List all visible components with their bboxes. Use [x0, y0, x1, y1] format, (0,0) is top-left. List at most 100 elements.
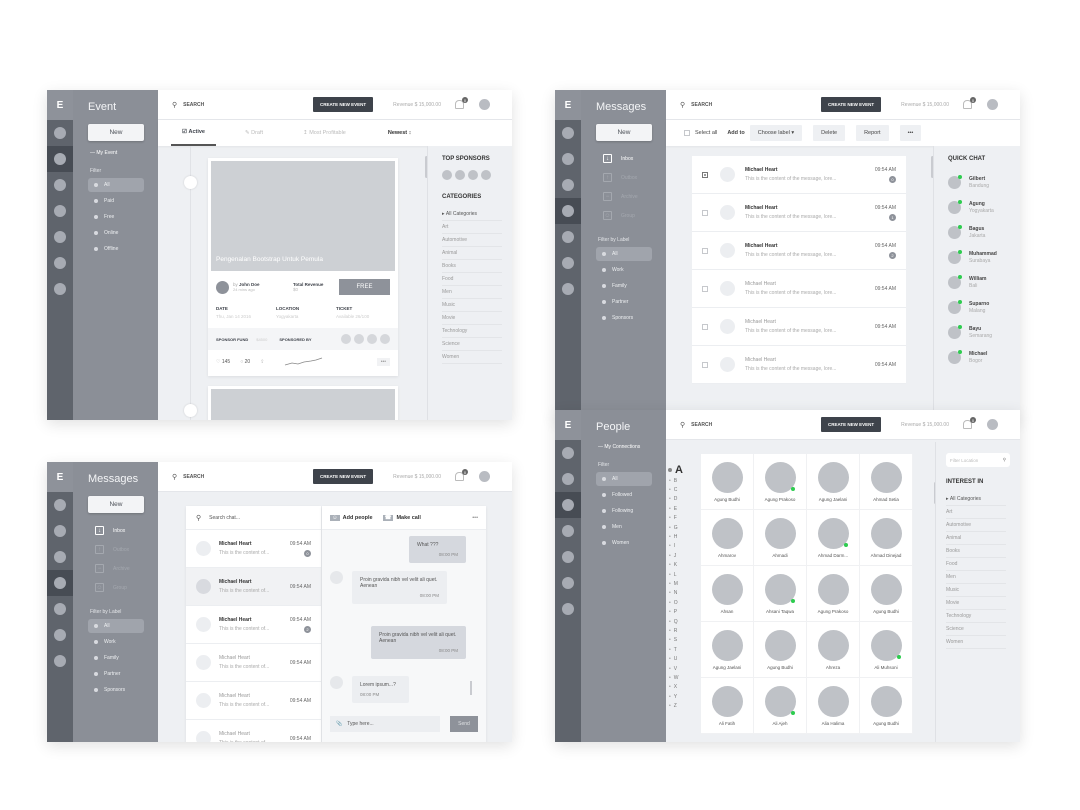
- letter-item[interactable]: • U: [668, 654, 683, 663]
- make-call-button[interactable]: ☎ Make call: [382, 514, 421, 521]
- scrollbar[interactable]: [470, 681, 472, 695]
- letter-item[interactable]: • N: [668, 589, 683, 598]
- letter-item[interactable]: • Z: [668, 701, 683, 710]
- event-card[interactable]: Pengenalan Bootstrap Untuk Pemula by Joh…: [208, 158, 398, 376]
- sponsor-avatar[interactable]: [481, 170, 491, 180]
- letter-item[interactable]: • H: [668, 532, 683, 541]
- tab-draft[interactable]: ✎ Draft: [234, 120, 274, 146]
- chat-search-input[interactable]: ⚲ Search chat...: [186, 506, 321, 530]
- person-card[interactable]: Ahmarov: [701, 510, 754, 566]
- search-input[interactable]: ⚲ SEARCH: [680, 421, 821, 429]
- quick-chat-contact[interactable]: Muhammad Surabaya: [948, 245, 1020, 270]
- message-checkbox[interactable]: [702, 285, 708, 292]
- bell-icon[interactable]: 0: [963, 97, 976, 109]
- letter-item[interactable]: • X: [668, 683, 683, 692]
- category-item[interactable]: Food: [946, 558, 1006, 571]
- person-card[interactable]: Ali Fatih: [701, 678, 754, 734]
- rail-item-1[interactable]: [47, 492, 73, 518]
- sort-dropdown[interactable]: Newest ↕: [377, 120, 423, 146]
- filter-online[interactable]: Online: [88, 226, 144, 240]
- person-card[interactable]: Ali Ajeh: [754, 678, 807, 734]
- create-event-button[interactable]: CREATE NEW EVENT: [821, 97, 882, 112]
- label-family[interactable]: Family: [88, 651, 144, 665]
- person-card[interactable]: Agung Prakoso: [807, 566, 860, 622]
- letter-item[interactable]: • L: [668, 570, 683, 579]
- person-card[interactable]: Ahmad Darm...: [807, 510, 860, 566]
- category-item[interactable]: Music: [946, 584, 1006, 597]
- nav-outbox[interactable]: ↑ Outbox: [581, 168, 666, 187]
- category-item[interactable]: Art: [442, 221, 502, 234]
- label-sponsors[interactable]: Sponsors: [596, 311, 652, 325]
- message-row[interactable]: Michael Heart This is the content of the …: [692, 270, 906, 308]
- letter-item[interactable]: • S: [668, 636, 683, 645]
- rail-item-1[interactable]: [47, 120, 73, 146]
- message-row[interactable]: Michael Heart This is the content of the …: [692, 308, 906, 346]
- letter-item[interactable]: • R: [668, 626, 683, 635]
- message-row[interactable]: Michael Heart This is the content of the …: [692, 194, 906, 232]
- category-item[interactable]: Animal: [946, 532, 1006, 545]
- category-item[interactable]: Science: [946, 623, 1006, 636]
- app-logo[interactable]: E: [555, 410, 581, 440]
- label-sponsors[interactable]: Sponsors: [88, 683, 144, 697]
- chat-row[interactable]: Michael Heart This is the content of... 09…: [186, 568, 321, 606]
- label-all[interactable]: All: [596, 247, 652, 261]
- rail-item-6[interactable]: [555, 250, 581, 276]
- category-item[interactable]: ▸ All Categories: [442, 208, 502, 221]
- letter-item[interactable]: • V: [668, 664, 683, 673]
- more-button[interactable]: •••: [472, 515, 478, 521]
- choose-label-dropdown[interactable]: Choose label ▾: [749, 125, 803, 141]
- letter-item[interactable]: • O: [668, 598, 683, 607]
- category-item[interactable]: Automotive: [442, 234, 502, 247]
- tab-most-profitable[interactable]: ↥ Most Profitable: [292, 120, 357, 146]
- rail-item-2[interactable]: [47, 146, 73, 172]
- category-item[interactable]: Books: [946, 545, 1006, 558]
- category-item[interactable]: Technology: [946, 610, 1006, 623]
- my-event-link[interactable]: — My Event: [73, 141, 158, 156]
- category-item[interactable]: Food: [442, 273, 502, 286]
- rail-item-4[interactable]: [555, 518, 581, 544]
- letter-item[interactable]: • J: [668, 551, 683, 560]
- delete-button[interactable]: Delete: [813, 125, 846, 141]
- new-button[interactable]: New: [596, 124, 652, 141]
- rail-item-2[interactable]: [555, 146, 581, 172]
- person-card[interactable]: Agung Budhi: [701, 454, 754, 510]
- category-item[interactable]: Technology: [442, 325, 502, 338]
- message-checkbox[interactable]: [702, 247, 708, 254]
- quick-chat-contact[interactable]: Agung Yogyakarta: [948, 195, 1020, 220]
- create-event-button[interactable]: CREATE NEW EVENT: [821, 417, 882, 432]
- label-work[interactable]: Work: [596, 263, 652, 277]
- rail-item-6[interactable]: [555, 570, 581, 596]
- filter-paid[interactable]: Paid: [88, 194, 144, 208]
- select-all-checkbox[interactable]: [684, 130, 690, 136]
- category-item[interactable]: Men: [946, 571, 1006, 584]
- rail-item-5[interactable]: [555, 224, 581, 250]
- nav-outbox[interactable]: ↑ Outbox: [73, 540, 158, 559]
- filter-men[interactable]: Men: [596, 520, 652, 534]
- rail-item-5[interactable]: [555, 544, 581, 570]
- more-button[interactable]: •••: [376, 358, 390, 366]
- search-input[interactable]: ⚲ SEARCH: [172, 473, 313, 481]
- rail-item-2[interactable]: [555, 466, 581, 492]
- rail-item-7[interactable]: [555, 596, 581, 622]
- bell-icon[interactable]: 0: [455, 97, 468, 109]
- rail-item-4[interactable]: [47, 198, 73, 224]
- rail-item-5[interactable]: [47, 224, 73, 250]
- bell-icon[interactable]: 0: [455, 469, 468, 481]
- create-event-button[interactable]: CREATE NEW EVENT: [313, 469, 374, 484]
- rail-item-4[interactable]: [47, 570, 73, 596]
- category-item[interactable]: Books: [442, 260, 502, 273]
- new-button[interactable]: New: [88, 496, 144, 513]
- rail-item-3[interactable]: [47, 544, 73, 570]
- person-card[interactable]: Ali Muhsoni: [860, 622, 913, 678]
- rail-item-1[interactable]: [555, 440, 581, 466]
- chat-row[interactable]: Michael Heart This is the content of... 09…: [186, 606, 321, 644]
- quick-chat-contact[interactable]: Michael Bogor: [948, 345, 1020, 370]
- rail-item-6[interactable]: [47, 250, 73, 276]
- new-button[interactable]: New: [88, 124, 144, 141]
- nav-archive[interactable]: − Archive: [581, 187, 666, 206]
- filter-followed[interactable]: Followed: [596, 488, 652, 502]
- comment-button[interactable]: ○ 20: [240, 359, 250, 365]
- user-avatar[interactable]: [987, 419, 998, 430]
- label-work[interactable]: Work: [88, 635, 144, 649]
- letter-item[interactable]: • Y: [668, 692, 683, 701]
